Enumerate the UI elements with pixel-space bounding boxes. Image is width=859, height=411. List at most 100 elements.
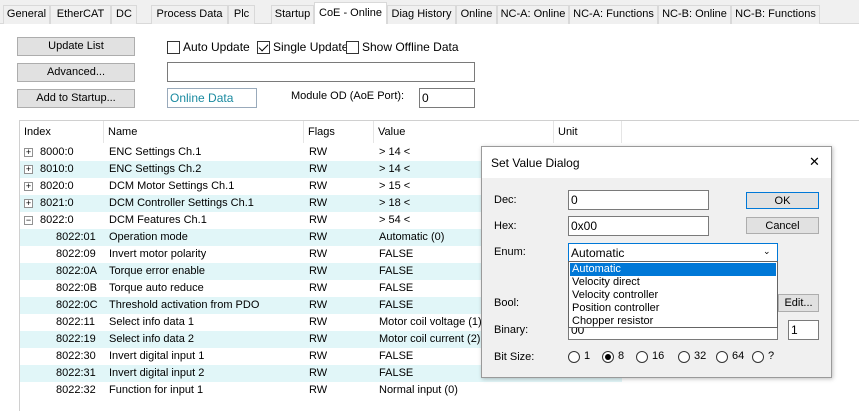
collapse-icon[interactable]: − <box>24 216 33 225</box>
filter-input[interactable] <box>167 62 475 82</box>
binary-label: Binary: <box>494 324 529 336</box>
bitsize-16-label: 16 <box>652 350 665 362</box>
dec-label: Dec: <box>494 194 517 206</box>
expand-icon[interactable]: + <box>24 199 33 208</box>
col-header-name[interactable]: Name <box>104 121 304 143</box>
single-update-checkbox[interactable] <box>257 41 270 54</box>
module-od-input[interactable]: 0 <box>419 88 475 108</box>
bitsize-unknown-radio[interactable] <box>752 351 764 363</box>
tab-startup[interactable]: Startup <box>271 5 314 24</box>
enum-option-automatic[interactable]: Automatic <box>570 263 776 276</box>
tab-online[interactable]: Online <box>456 5 497 24</box>
row-flags: RW <box>309 180 328 192</box>
row-name: DCM Motor Settings Ch.1 <box>109 180 235 192</box>
row-index: 8022:30 <box>56 350 96 362</box>
ok-button[interactable]: OK <box>746 192 819 209</box>
expand-icon[interactable]: + <box>24 165 33 174</box>
module-od-label: Module OD (AoE Port): <box>291 90 405 102</box>
row-index: 8010:0 <box>40 163 74 175</box>
bitsize-1-radio[interactable] <box>568 351 580 363</box>
row-flags: RW <box>309 163 328 175</box>
tab-plc[interactable]: Plc <box>228 5 255 24</box>
bitsize-1-label: 1 <box>584 350 591 362</box>
row-value: > 14 < <box>379 146 411 158</box>
row-name: DCM Features Ch.1 <box>109 214 207 226</box>
row-index: 8000:0 <box>40 146 74 158</box>
row-index: 8022:01 <box>56 231 96 243</box>
bitsize-8-radio[interactable] <box>602 351 614 363</box>
hex-label: Hex: <box>494 220 517 232</box>
expand-icon[interactable]: + <box>24 182 33 191</box>
row-name: Torque error enable <box>109 265 206 277</box>
tab-coe-online[interactable]: CoE - Online <box>314 2 387 24</box>
row-index: 8022:11 <box>56 316 95 328</box>
enum-dropdown-list: Automatic Velocity direct Velocity contr… <box>568 261 778 328</box>
show-offline-data-checkbox[interactable] <box>346 41 359 54</box>
row-name: DCM Controller Settings Ch.1 <box>109 197 254 209</box>
expand-icon[interactable]: + <box>24 148 33 157</box>
bool-label: Bool: <box>494 297 520 309</box>
enum-option-velocity-controller[interactable]: Velocity controller <box>570 289 776 302</box>
dec-input[interactable]: 0 <box>568 190 709 210</box>
col-header-unit[interactable]: Unit <box>554 121 622 143</box>
row-index: 8022:0 <box>40 214 74 226</box>
col-header-flags[interactable]: Flags <box>304 121 374 143</box>
tab-ethercat[interactable]: EtherCAT <box>50 5 111 24</box>
row-index: 8022:31 <box>56 367 96 379</box>
row-flags: RW <box>309 248 328 260</box>
row-index: 8022:0B <box>56 282 97 294</box>
row-flags: RW <box>309 146 328 158</box>
col-header-value[interactable]: Value <box>374 121 554 143</box>
tab-general[interactable]: General <box>3 5 50 24</box>
show-offline-data-label: Show Offline Data <box>362 40 459 54</box>
auto-update-checkbox[interactable] <box>167 41 180 54</box>
col-header-index[interactable]: Index <box>20 121 104 143</box>
update-list-button[interactable]: Update List <box>17 37 135 56</box>
close-icon[interactable]: ✕ <box>809 154 820 170</box>
bitsize-8-label: 8 <box>618 350 625 362</box>
row-flags: RW <box>309 282 328 294</box>
enum-label: Enum: <box>494 246 526 258</box>
tab-nc-b-functions[interactable]: NC-B: Functions <box>731 5 820 24</box>
row-index: 8022:19 <box>56 333 96 345</box>
table-row[interactable]: 8022:32 Function for input 1 RW Normal inpu… <box>20 382 622 399</box>
hex-input[interactable]: 0x00 <box>568 216 709 236</box>
enum-option-position-controller[interactable]: Position controller <box>570 302 776 315</box>
row-name: Invert digital input 1 <box>109 350 205 362</box>
tab-process-data[interactable]: Process Data <box>151 5 228 24</box>
row-name: Invert digital input 2 <box>109 367 205 379</box>
dialog-title-bar: Set Value Dialog ✕ <box>482 147 831 178</box>
tab-diag-history[interactable]: Diag History <box>387 5 456 24</box>
bitsize-unknown-label: ? <box>768 350 775 362</box>
add-to-startup-button[interactable]: Add to Startup... <box>17 89 135 108</box>
row-value: FALSE <box>379 282 414 294</box>
bitsize-64-radio[interactable] <box>716 351 728 363</box>
single-update-label: Single Update <box>273 40 349 54</box>
tab-nc-a-online[interactable]: NC-A: Online <box>497 5 569 24</box>
row-name: Select info data 2 <box>109 333 195 345</box>
tab-nc-a-functions[interactable]: NC-A: Functions <box>569 5 658 24</box>
row-value: FALSE <box>379 367 414 379</box>
row-value: Automatic (0) <box>379 231 445 243</box>
tab-strip: General EtherCAT DC Process Data Plc Sta… <box>0 0 859 26</box>
row-value: > 54 < <box>379 214 411 226</box>
row-index: 8020:0 <box>40 180 74 192</box>
row-index: 8022:0A <box>56 265 97 277</box>
bitsize-16-radio[interactable] <box>636 351 648 363</box>
auto-update-label: Auto Update <box>183 40 250 54</box>
tab-nc-b-online[interactable]: NC-B: Online <box>658 5 731 24</box>
bitsize-32-radio[interactable] <box>678 351 690 363</box>
cancel-button[interactable]: Cancel <box>746 217 819 234</box>
row-flags: RW <box>309 231 328 243</box>
edit-button[interactable]: Edit... <box>778 294 819 312</box>
chevron-down-icon[interactable]: ⌄ <box>763 246 771 257</box>
row-flags: RW <box>309 350 328 362</box>
row-flags: RW <box>309 316 328 328</box>
enum-option-velocity-direct[interactable]: Velocity direct <box>570 276 776 289</box>
enum-option-chopper-resistor[interactable]: Chopper resistor <box>570 315 776 328</box>
enum-select[interactable]: Automatic <box>568 243 778 262</box>
row-value: > 18 < <box>379 197 411 209</box>
tab-dc[interactable]: DC <box>111 5 137 24</box>
advanced-button[interactable]: Advanced... <box>17 63 135 82</box>
row-name: Operation mode <box>109 231 188 243</box>
